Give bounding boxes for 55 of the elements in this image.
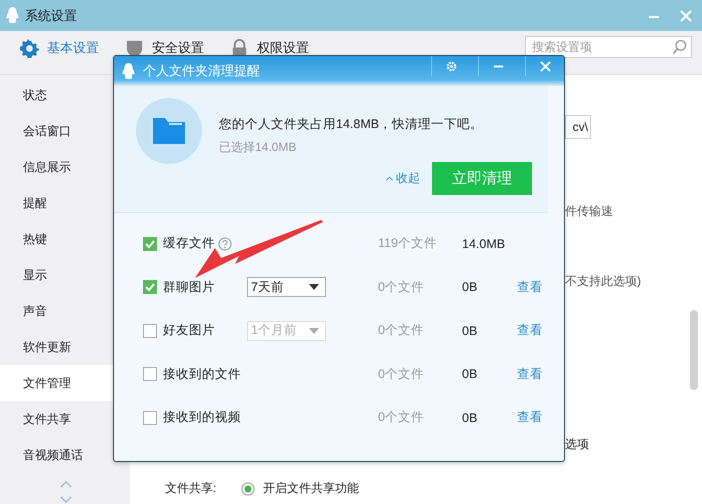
scroll-up-icon[interactable]: [60, 481, 72, 488]
file-size: 14.0MB: [462, 236, 506, 251]
checkbox[interactable]: [143, 324, 157, 338]
file-count: 0个文件: [378, 278, 425, 296]
option-text: 件传输速: [565, 203, 614, 219]
tab[interactable]: 安全设置: [125, 38, 204, 58]
folder-icon: [136, 98, 202, 164]
close-icon[interactable]: [680, 10, 692, 22]
file-size: 0B: [462, 410, 478, 425]
file-count: 0个文件: [378, 322, 425, 340]
checkbox[interactable]: [143, 236, 157, 251]
view-link[interactable]: 查看: [517, 278, 543, 296]
scrollbar[interactable]: [690, 310, 698, 390]
row-label: 接收到的文件: [163, 366, 241, 383]
file-size: 0B: [462, 324, 478, 338]
close-icon: [540, 60, 550, 72]
radio-label: 开启文件共享功能: [263, 480, 359, 497]
file-count: 0个文件: [378, 409, 425, 426]
checkbox[interactable]: [143, 367, 157, 382]
help-icon[interactable]: [218, 236, 232, 251]
shield-icon: [125, 38, 144, 58]
row-label: 好友图片: [163, 322, 215, 340]
gear-icon: [20, 38, 39, 58]
option-text: 选项: [565, 436, 590, 452]
path-field[interactable]: cv\: [565, 115, 591, 139]
radio-button[interactable]: [241, 482, 255, 496]
selected-size-text: 已选择14.0MB: [219, 139, 298, 156]
caret-icon: [309, 284, 319, 290]
file-count: 119个文件: [378, 235, 438, 252]
settings-icon: [446, 60, 456, 72]
option-text: 不支持此选项): [565, 273, 642, 289]
file-size: 0B: [462, 367, 478, 382]
checkbox[interactable]: [143, 410, 157, 425]
scroll-down-icon[interactable]: [60, 496, 72, 503]
checkbox[interactable]: [143, 280, 157, 294]
file-share-label: 文件共享:: [165, 480, 218, 497]
view-link[interactable]: 查看: [517, 409, 543, 426]
row-label: 缓存文件: [163, 235, 215, 252]
tab[interactable]: 基本设置: [20, 38, 99, 58]
file-count: 0个文件: [378, 366, 425, 383]
penguin-icon: [6, 7, 19, 24]
row-label: 接收到的视频: [163, 409, 241, 426]
view-link[interactable]: 查看: [517, 322, 543, 340]
message-text: 您的个人文件夹占用14.8MB，快清理一下吧。: [219, 116, 484, 133]
dialog-title: 个人文件夹清理提醒: [143, 62, 260, 80]
view-link[interactable]: 查看: [517, 366, 543, 383]
search-icon[interactable]: [672, 39, 688, 55]
caret-icon: [386, 176, 393, 181]
row-label: 群聊图片: [163, 278, 215, 296]
window-title: 系统设置: [25, 6, 77, 24]
search-field[interactable]: 搜索设置项: [525, 36, 692, 58]
caret-icon: [309, 328, 319, 334]
file-size: 0B: [462, 280, 478, 294]
period-dropdown[interactable]: 7天前: [247, 277, 326, 298]
penguin-icon: [122, 62, 135, 80]
